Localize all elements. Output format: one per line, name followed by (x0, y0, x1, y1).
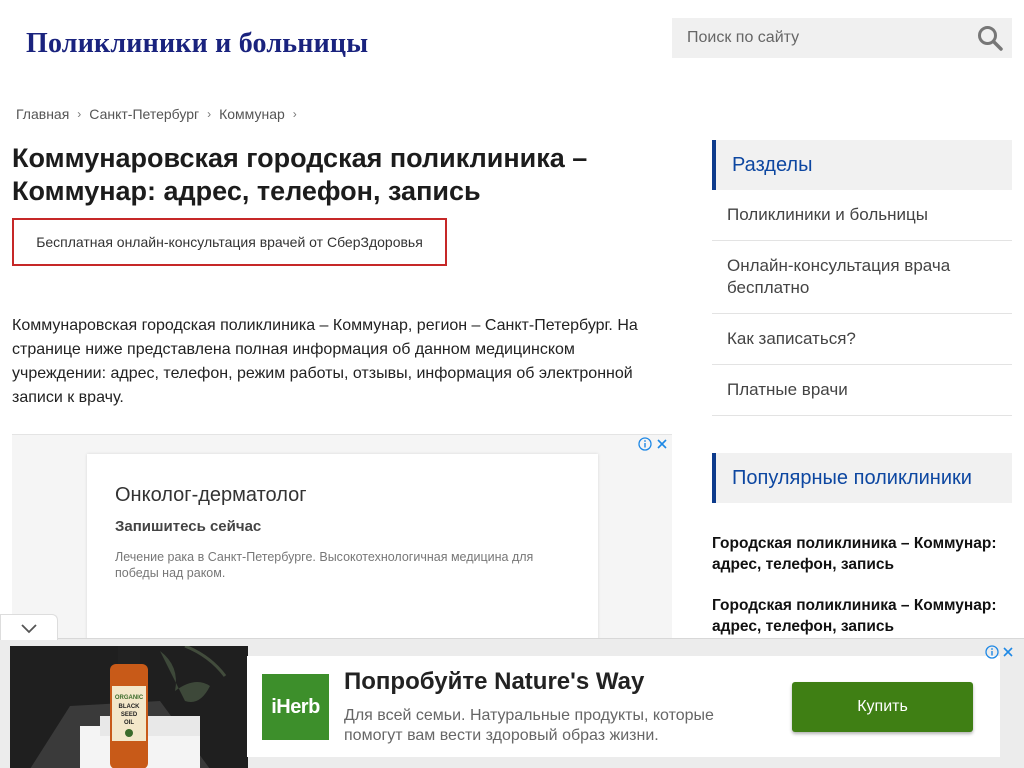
online-consult-link[interactable]: Бесплатная онлайн-консультация врачей от… (12, 218, 447, 266)
sections-header: Разделы (712, 140, 1012, 190)
ad-controls (985, 645, 1014, 659)
popular-header: Популярные поликлиники (712, 453, 1012, 503)
svg-text:OIL: OIL (124, 720, 134, 726)
ad-controls (638, 437, 668, 451)
page-title: Коммунаровская городская поликлиника – К… (12, 143, 588, 206)
iherb-logo: iHerb (262, 674, 329, 740)
breadcrumb-town[interactable]: Коммунар (219, 106, 285, 122)
popular-item[interactable]: Городская поликлиника – Коммунар: адрес,… (712, 595, 1012, 637)
info-icon[interactable] (985, 645, 999, 659)
ad-title: Попробуйте Nature's Way (344, 668, 645, 695)
ad-product-image[interactable]: ORGANIC BLACK SEED OIL (10, 646, 248, 768)
chevron-down-icon (21, 623, 37, 633)
search-button[interactable] (976, 24, 1004, 52)
sidebar-item-paid-doctors[interactable]: Платные врачи (712, 365, 1012, 416)
breadcrumb-separator: › (207, 107, 212, 121)
ad-content[interactable]: iHerb Попробуйте Nature's Way Для всей с… (247, 656, 1000, 757)
search-input[interactable] (672, 18, 962, 58)
breadcrumb-home[interactable]: Главная (16, 106, 69, 122)
ad-description: Лечение рака в Санкт-Петербурге. Высокот… (115, 550, 534, 580)
svg-text:SEED: SEED (121, 712, 138, 718)
search-box (672, 18, 1012, 58)
sidebar-item-how-to-book[interactable]: Как записаться? (712, 314, 1012, 365)
product-photo: ORGANIC BLACK SEED OIL (10, 646, 248, 768)
search-icon (978, 26, 1003, 51)
ad-card[interactable]: Онколог-дерматолог Запишитесь сейчас Леч… (87, 454, 598, 654)
breadcrumb-city[interactable]: Санкт-Петербург (89, 106, 199, 122)
breadcrumb-separator: › (77, 107, 82, 121)
product-label: ORGANIC (115, 695, 144, 701)
inline-ad: Онколог-дерматолог Запишитесь сейчас Леч… (12, 434, 672, 654)
popular-section: Популярные поликлиники (712, 453, 1012, 503)
ad-title: Онколог-дерматолог (115, 484, 307, 506)
info-icon[interactable] (638, 437, 652, 451)
sidebar-item-online-consult[interactable]: Онлайн-консультация врача бесплатно (712, 241, 1012, 314)
ad-description: Для всей семьи. Натуральные продукты, ко… (344, 707, 714, 744)
intro-paragraph: Коммунаровская городская поликлиника – К… (12, 317, 638, 406)
buy-button[interactable]: Купить (792, 682, 973, 732)
breadcrumb-separator: › (292, 107, 297, 121)
close-icon[interactable] (656, 438, 668, 450)
popular-item[interactable]: Городская поликлиника – Коммунар: адрес,… (712, 533, 1012, 575)
sidebar: Разделы Поликлиники и больницы Онлайн-ко… (712, 140, 1012, 416)
close-icon[interactable] (1002, 646, 1014, 658)
bottom-ad-banner: ORGANIC BLACK SEED OIL iHerb Попробуйте … (0, 638, 1024, 768)
svg-text:BLACK: BLACK (119, 704, 141, 710)
collapse-ad-button[interactable] (0, 614, 58, 640)
sidebar-item-clinics[interactable]: Поликлиники и больницы (712, 190, 1012, 241)
site-title[interactable]: Поликлиники и больницы (26, 28, 368, 60)
breadcrumb: Главная › Санкт-Петербург › Коммунар › (16, 106, 305, 122)
ad-subtitle: Запишитесь сейчас (115, 518, 262, 535)
